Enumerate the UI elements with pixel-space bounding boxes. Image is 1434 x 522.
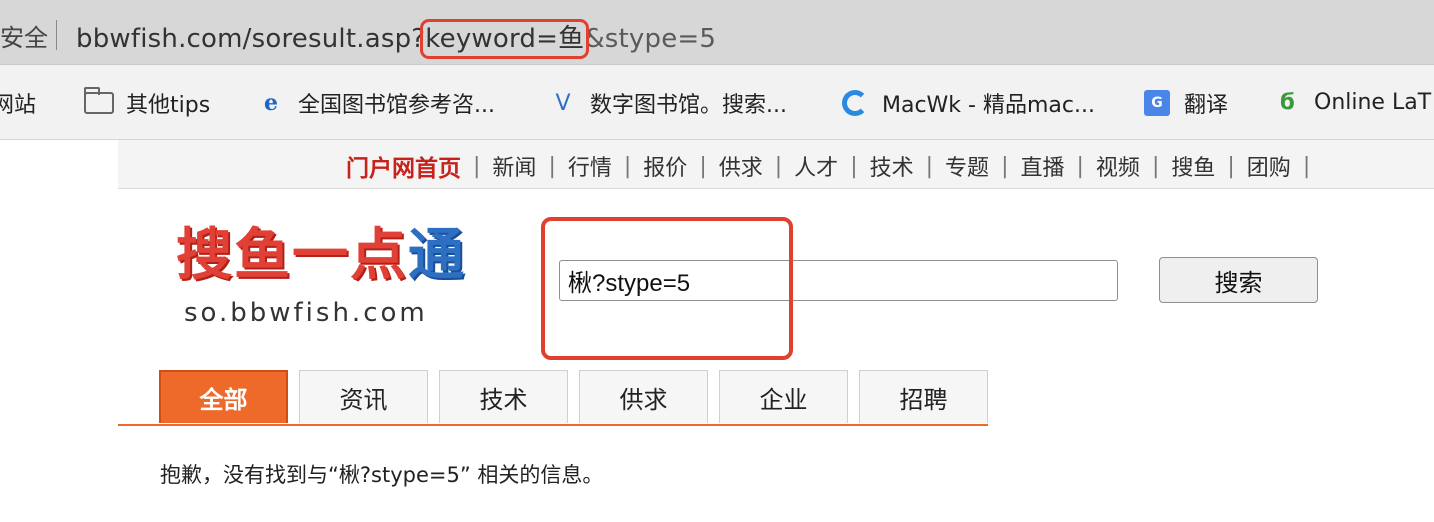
bookmark-folder-tips[interactable]: 其他tips [84,87,210,119]
tab-news[interactable]: 资讯 [299,370,428,423]
bookmark-label: 其他tips [126,93,211,118]
insecure-label[interactable]: 安全 [0,18,48,53]
address-bar-divider [56,20,57,50]
leaf-icon: ϭ [1279,89,1295,115]
url-suffix: &stype=5 [584,24,717,54]
search-button[interactable]: 搜索 [1159,257,1318,303]
bookmark-macwk[interactable]: MacWk - 精品mac... [840,87,1095,119]
logo-red-text: 搜鱼一点 [176,223,408,288]
nav-divider: | [623,153,632,179]
url-prefix: bbwfish.com/soresult.asp? [76,24,426,54]
nav-topics-link[interactable]: 专题 [945,150,989,182]
bookmark-label: 网站 [0,93,37,118]
nav-divider: | [850,153,858,179]
category-tabs: 全部 资讯 技术 供求 企业 招聘 [118,370,988,426]
v-icon: V [555,90,571,116]
nav-market-link[interactable]: 行情 [568,150,612,182]
nav-divider: | [1076,153,1084,179]
bookmark-library-reference[interactable]: e 全国图书馆参考咨... [256,87,495,119]
bookmark-label: MacWk - 精品mac... [882,93,1095,118]
bookmark-label: 翻译 [1184,93,1229,118]
nav-quote-link[interactable]: 报价 [643,150,687,182]
logo-blue-text: 通 [408,223,466,288]
bookmark-sites[interactable]: 网站 [0,87,36,119]
nav-divider: | [473,153,481,179]
nav-talent-link[interactable]: 人才 [794,150,838,182]
url-keyword-highlight: keyword=鱼 [420,19,590,59]
nav-divider: | [925,153,934,179]
ie-icon: e [264,90,278,116]
nav-divider: | [1302,153,1311,179]
nav-group-buy-link[interactable]: 团购 [1247,150,1291,182]
logo-main-text: 搜鱼一点通 [176,224,506,288]
tab-supply[interactable]: 供求 [579,370,708,423]
c-icon [840,88,870,118]
nav-news-link[interactable]: 新闻 [492,150,536,182]
bookmark-label: 全国图书馆参考咨... [298,93,495,118]
nav-divider: | [1151,153,1160,179]
bookmark-online-latex[interactable]: ϭ Online LaT [1272,87,1431,117]
tab-tech[interactable]: 技术 [439,370,568,423]
nav-divider: | [1227,153,1235,179]
folder-icon [84,87,114,118]
nav-divider: | [548,153,556,179]
site-logo[interactable]: 搜鱼一点通 so.bbwfish.com [176,224,506,336]
nav-home-link[interactable]: 门户网首页 [346,149,461,183]
no-results-message: 抱歉，没有找到与“楸?stype=5” 相关的信息。 [160,463,604,487]
tab-jobs[interactable]: 招聘 [859,370,988,423]
bookmark-label: 数字图书馆。搜索... [590,93,787,118]
nav-supply-link[interactable]: 供求 [719,150,763,182]
url-text[interactable]: bbwfish.com/soresult.asp?keyword=鱼&stype… [76,18,717,59]
nav-tech-link[interactable]: 技术 [870,150,914,182]
site-top-nav: 门户网首页 | 新闻 | 行情 | 报价 | 供求 | 人才 | 技术 | 专题 | 直播 | 视… [118,140,1434,189]
bookmark-label: Online LaT [1314,89,1432,115]
nav-divider: | [1001,153,1009,179]
search-input[interactable] [559,260,1118,301]
bookmark-translate[interactable]: G 翻译 [1142,87,1228,119]
logo-domain-text: so.bbwfish.com [184,298,428,328]
nav-divider: | [774,153,783,179]
tab-company[interactable]: 企业 [719,370,848,423]
translate-icon: G [1142,88,1172,118]
nav-divider: | [699,153,707,179]
address-bar[interactable]: 安全 bbwfish.com/soresult.asp?keyword=鱼&st… [0,0,1434,65]
nav-search-fish-link[interactable]: 搜鱼 [1171,150,1215,182]
nav-video-link[interactable]: 视频 [1096,150,1140,182]
bookmark-digital-library[interactable]: V 数字图书馆。搜索... [548,87,787,119]
tab-all[interactable]: 全部 [159,370,288,423]
bookmarks-bar: 网站 其他tips e 全国图书馆参考咨... V 数字图书馆。搜索... Ma… [0,65,1434,140]
nav-live-link[interactable]: 直播 [1020,150,1064,182]
